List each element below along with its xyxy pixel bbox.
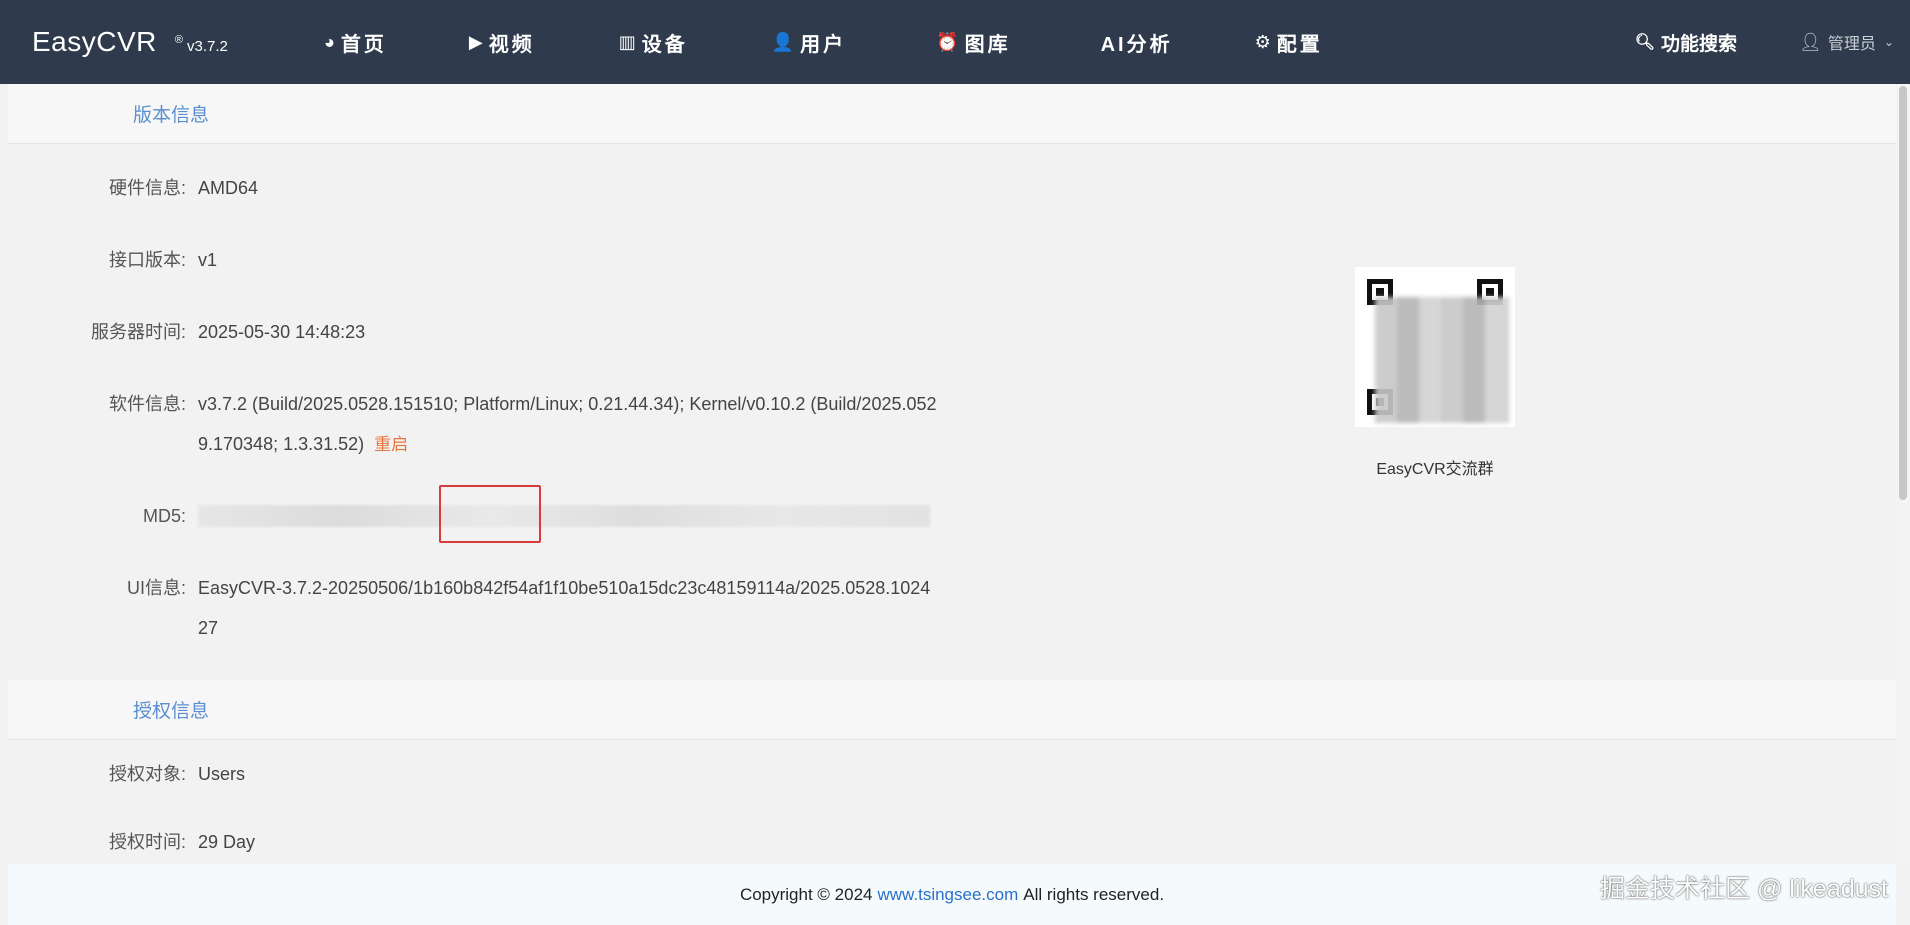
info-label: MD5: — [142, 506, 186, 526]
device-icon: ▥ — [618, 31, 636, 52]
section-title: 版本信息 — [133, 105, 210, 126]
feature-search-button[interactable]: 🔍︎ 功能搜索 — [1635, 29, 1737, 56]
alarm-icon: ⏰ — [936, 31, 959, 52]
nav-item-label: 用户 — [800, 33, 847, 56]
info-value: AMD64 — [198, 178, 259, 198]
nav-item-video[interactable]: ▶ 视频 — [469, 28, 535, 57]
brand[interactable]: EasyCVR ® v3.7.2 — [32, 26, 290, 58]
gear-icon: ⚙ — [1254, 31, 1271, 52]
info-value: v1 — [198, 250, 218, 270]
registered-mark: ® — [174, 34, 183, 46]
nav-item-label: 配置 — [1276, 33, 1323, 56]
info-value: EasyCVR-3.7.2-20250506/1b160b842f54af1f1… — [198, 578, 931, 638]
nav-item-label: 设备 — [641, 33, 688, 56]
qr-code-image — [1355, 267, 1515, 427]
version-section-header: 版本信息 — [8, 84, 1896, 144]
info-value — [198, 496, 940, 541]
top-navbar: EasyCVR ® v3.7.2 ◕ 首页 ▶ 视频 ▥ 设备 👤 用户 ⏰ 图… — [0, 0, 1910, 84]
rights-text: All rights reserved. — [1023, 884, 1165, 904]
nav-item-gallery[interactable]: ⏰ 图库 — [936, 28, 1010, 57]
info-row-ui: UI信息: EasyCVR-3.7.2-20250506/1b160b842f5… — [8, 568, 1896, 648]
info-label: 服务器时间: — [90, 322, 186, 342]
qr-code-group: EasyCVR交流群 — [1345, 267, 1525, 479]
vertical-scrollbar[interactable] — [1896, 84, 1910, 864]
nav-item-user[interactable]: 👤 用户 — [772, 28, 846, 57]
company-link[interactable]: www.tsingsee.com — [877, 885, 1018, 905]
nav-item-label: AI分析 — [1100, 33, 1173, 56]
dashboard-icon: ◕ — [324, 31, 335, 52]
user-menu[interactable]: 👤︎ 管理员 ⌄ — [1799, 30, 1894, 54]
nav-item-label: 图库 — [964, 33, 1011, 56]
md5-value-blurred — [198, 505, 930, 527]
info-label: 授权对象: — [108, 764, 186, 784]
user-name: 管理员 — [1827, 36, 1876, 53]
info-label: 授权时间: — [108, 832, 186, 852]
scrollbar-thumb[interactable] — [1899, 86, 1907, 500]
navbar-right: 🔍︎ 功能搜索 👤︎ 管理员 ⌄ — [1635, 29, 1894, 56]
nav-item-ai-analysis[interactable]: AI分析 — [1101, 28, 1173, 57]
info-row-license-target: 授权对象: Users — [8, 754, 1896, 822]
info-row-md5: MD5: — [8, 496, 1896, 568]
info-value: 2025-05-30 14:48:23 — [198, 322, 366, 342]
info-label: 接口版本: — [108, 250, 186, 270]
info-value: Users — [198, 764, 246, 784]
chevron-down-icon: ⌄ — [1883, 35, 1894, 49]
info-value: v3.7.2 (Build/2025.0528.151510; Platform… — [198, 384, 940, 465]
qr-caption: EasyCVR交流群 — [1376, 461, 1494, 478]
brand-name: EasyCVR — [32, 26, 157, 57]
copyright-text: Copyright © 2024 — [739, 884, 873, 904]
nav-item-config[interactable]: ⚙ 配置 — [1255, 28, 1323, 57]
license-section-header: 授权信息 — [8, 680, 1896, 740]
version-section-body: 硬件信息: AMD64 接口版本: v1 服务器时间: 2025-05-30 1… — [8, 144, 1896, 680]
user-icon: 👤 — [771, 31, 795, 52]
nav-item-device[interactable]: ▥ 设备 — [619, 28, 688, 57]
nav-item-home[interactable]: ◕ 首页 — [324, 28, 387, 57]
play-circle-icon: ▶ — [468, 31, 483, 52]
main-content[interactable]: 版本信息 硬件信息: AMD64 接口版本: v1 服务器时间: 2025-05… — [8, 84, 1896, 864]
nav-item-label: 首页 — [340, 33, 387, 56]
software-info-text: v3.7.2 (Build/2025.0528.151510; Platform… — [198, 394, 937, 454]
info-row-software: 软件信息: v3.7.2 (Build/2025.0528.151510; Pl… — [8, 384, 1896, 496]
info-row-hardware: 硬件信息: AMD64 — [8, 168, 1896, 240]
info-value: 29 Day — [198, 832, 256, 852]
search-icon: 🔍︎ — [1634, 34, 1656, 51]
main-menu: ◕ 首页 ▶ 视频 ▥ 设备 👤 用户 ⏰ 图库 AI分析 ⚙ 配置 — [290, 28, 1323, 57]
restart-button[interactable]: 重启 — [374, 435, 408, 454]
info-label: 硬件信息: — [108, 178, 186, 198]
license-section-body: 授权对象: Users 授权时间: 29 Day — [8, 740, 1896, 864]
info-row-server-time: 服务器时间: 2025-05-30 14:48:23 — [8, 312, 1896, 384]
user-avatar-icon: 👤︎ — [1799, 31, 1822, 52]
brand-version: v3.7.2 — [186, 38, 228, 55]
watermark: 掘金技术社区 @ likeadust — [1600, 875, 1888, 903]
info-row-license-time: 授权时间: 29 Day — [8, 822, 1896, 864]
nav-item-label: 视频 — [488, 33, 535, 56]
info-label: UI信息: — [126, 578, 186, 598]
info-label: 软件信息: — [108, 394, 186, 414]
qr-blurred-area — [1375, 297, 1509, 423]
section-title: 授权信息 — [133, 701, 210, 722]
info-row-api-version: 接口版本: v1 — [8, 240, 1896, 312]
feature-search-label: 功能搜索 — [1661, 33, 1738, 55]
